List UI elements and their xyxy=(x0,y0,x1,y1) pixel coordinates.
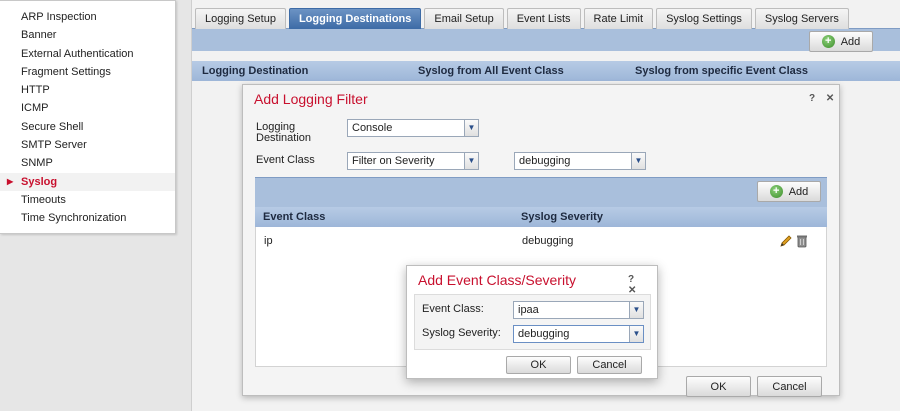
sidebar-item-label: Fragment Settings xyxy=(21,65,111,78)
pencil-icon[interactable] xyxy=(779,234,793,248)
col-logging-destination: Logging Destination xyxy=(202,65,309,77)
tab-email-setup[interactable]: Email Setup xyxy=(424,8,504,29)
event-class-filter-value: Filter on Severity xyxy=(352,155,435,167)
sidebar-item-label: Timeouts xyxy=(21,193,66,206)
logging-filter-ok-button[interactable]: OK xyxy=(686,376,751,397)
logging-filter-ok-label: OK xyxy=(710,380,727,393)
event-severity-cancel-button[interactable]: Cancel xyxy=(577,356,642,374)
sidebar-item-external-authentication[interactable]: External Authentication xyxy=(0,45,175,63)
sidebar-item-label: Banner xyxy=(21,29,57,42)
add-filter-button[interactable]: + Add xyxy=(757,181,821,202)
event-class-field[interactable]: ipaa ▼ xyxy=(513,301,644,319)
sidebar-item-label: Time Synchronization xyxy=(21,212,127,225)
trash-icon[interactable] xyxy=(796,234,808,248)
col-event-class: Event Class xyxy=(263,211,326,223)
logging-filter-cancel-button[interactable]: Cancel xyxy=(757,376,822,397)
row-event-class: ip xyxy=(264,235,273,247)
logging-filter-window-controls[interactable]: ? ✕ xyxy=(809,93,838,104)
chevron-down-icon: ▼ xyxy=(629,326,643,342)
logging-destination-value: Console xyxy=(352,122,393,134)
syslog-severity-field-value: debugging xyxy=(518,328,570,340)
sidebar-item-label: SMTP Server xyxy=(21,139,87,152)
sidebar-item-syslog[interactable]: ▶ Syslog xyxy=(0,172,175,191)
row-severity: debugging xyxy=(522,235,574,247)
sidebar-item-label: ICMP xyxy=(21,102,49,115)
add-destination-label: Add xyxy=(840,35,861,48)
syslog-severity-field-label: Syslog Severity: xyxy=(422,327,501,339)
logging-filter-cancel-label: Cancel xyxy=(772,380,807,393)
chevron-down-icon: ▼ xyxy=(629,302,643,318)
sidebar-item-label: HTTP xyxy=(21,84,50,97)
sidebar-item-smtp-server[interactable]: SMTP Server xyxy=(0,136,175,154)
plus-icon: + xyxy=(769,185,783,198)
active-arrow-icon: ▶ xyxy=(7,176,14,186)
tab-syslog-settings[interactable]: Syslog Settings xyxy=(656,8,752,29)
sidebar-item-http[interactable]: HTTP xyxy=(0,81,175,99)
logging-destination-select[interactable]: Console ▼ xyxy=(347,119,479,137)
add-destination-button[interactable]: + Add xyxy=(809,31,873,52)
event-class-field-label: Event Class: xyxy=(422,303,484,315)
col-syslog-all: Syslog from All Event Class xyxy=(418,65,564,77)
sidebar-item-time-synchronization[interactable]: Time Synchronization xyxy=(0,209,175,227)
sidebar-item-label: External Authentication xyxy=(21,47,134,60)
add-filter-label: Add xyxy=(788,185,809,198)
sidebar-item-icmp[interactable]: ICMP xyxy=(0,99,175,117)
logging-filter-title: Add Logging Filter xyxy=(254,91,368,107)
sidebar-item-label: Secure Shell xyxy=(21,120,84,133)
sidebar-item-label: ARP Inspection xyxy=(21,11,97,23)
event-class-field-value: ipaa xyxy=(518,304,539,316)
sidebar-item-fragment-settings[interactable]: Fragment Settings xyxy=(0,63,175,81)
tab-syslog-servers[interactable]: Syslog Servers xyxy=(754,8,849,29)
sidebar-item-snmp[interactable]: SNMP xyxy=(0,154,175,172)
tab-logging-destinations[interactable]: Logging Destinations xyxy=(288,8,422,29)
chevron-down-icon: ▼ xyxy=(631,153,645,169)
tab-event-lists[interactable]: Event Lists xyxy=(506,8,581,29)
destinations-table-header: Logging Destination Syslog from All Even… xyxy=(192,61,900,81)
event-severity-title: Add Event Class/Severity xyxy=(418,272,576,288)
event-severity-ok-label: OK xyxy=(530,359,547,371)
sidebar-item-label: Syslog xyxy=(21,175,58,188)
syslog-severity-field[interactable]: debugging ▼ xyxy=(513,325,644,343)
toolbar-strip xyxy=(192,28,900,51)
sidebar-item-timeouts[interactable]: Timeouts xyxy=(0,191,175,209)
col-syslog-severity: Syslog Severity xyxy=(521,211,603,223)
col-syslog-specific: Syslog from specific Event Class xyxy=(635,65,809,77)
sidebar-item-arp-inspection[interactable]: ARP Inspection xyxy=(0,8,175,26)
event-severity-ok-button[interactable]: OK xyxy=(506,356,571,374)
filter-toolbar-strip xyxy=(255,177,827,207)
table-row[interactable]: ip debugging xyxy=(256,231,826,251)
chevron-down-icon: ▼ xyxy=(464,153,478,169)
event-class-label: Event Class xyxy=(256,154,315,166)
logging-destination-label: Logging Destination xyxy=(256,121,312,144)
sidebar: ARP Inspection Banner External Authenticat… xyxy=(0,0,176,234)
tab-bar: Logging Setup Logging Destinations Email S… xyxy=(195,8,849,29)
event-severity-cancel-label: Cancel xyxy=(592,359,627,371)
filter-severity-value: debugging xyxy=(519,155,571,167)
chevron-down-icon: ▼ xyxy=(464,120,478,136)
sidebar-item-banner[interactable]: Banner xyxy=(0,26,175,44)
tab-rate-limit[interactable]: Rate Limit xyxy=(583,8,654,29)
tab-logging-setup[interactable]: Logging Setup xyxy=(195,8,286,29)
event-class-filter-select[interactable]: Filter on Severity ▼ xyxy=(347,152,479,170)
sidebar-item-secure-shell[interactable]: Secure Shell xyxy=(0,118,175,136)
plus-icon: + xyxy=(821,35,835,48)
event-severity-dialog: Add Event Class/Severity ? ✕ Event Class… xyxy=(406,265,658,379)
filter-severity-select[interactable]: debugging ▼ xyxy=(514,152,646,170)
event-severity-window-controls[interactable]: ? ✕ xyxy=(628,274,657,296)
sidebar-item-label: SNMP xyxy=(21,157,53,170)
filter-table-header: Event Class Syslog Severity xyxy=(255,207,827,227)
